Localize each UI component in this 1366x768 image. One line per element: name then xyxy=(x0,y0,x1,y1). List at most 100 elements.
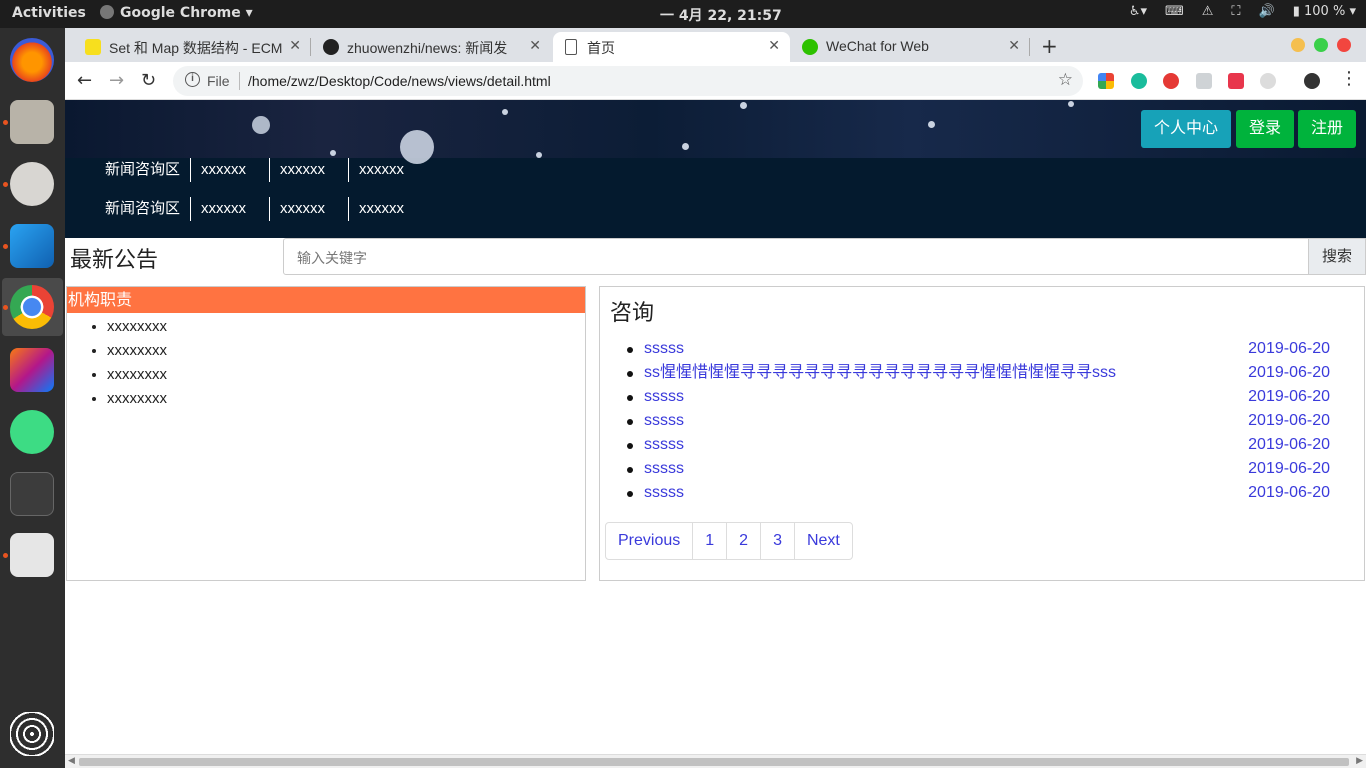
horizontal-scrollbar[interactable]: ◀ ▶ xyxy=(65,754,1366,768)
nav-item[interactable]: xxxxxx xyxy=(269,197,348,221)
es-icon xyxy=(85,39,101,55)
terminal-icon[interactable] xyxy=(10,472,54,516)
nav-item[interactable]: xxxxxx xyxy=(348,158,427,182)
software-center-icon[interactable] xyxy=(10,533,54,577)
banner-star xyxy=(740,102,747,109)
nav-item[interactable]: xxxxxx xyxy=(348,197,427,221)
battery-percent: 100 % xyxy=(1304,4,1346,19)
extension-icon[interactable] xyxy=(1196,73,1212,89)
volume-icon[interactable]: 🔊 xyxy=(1259,4,1275,19)
news-item: sssss 2019-06-20 xyxy=(627,337,1330,361)
news-date: 2019-06-20 xyxy=(1248,388,1330,405)
nav-item[interactable]: xxxxxx xyxy=(269,158,348,182)
pagination-page-2[interactable]: 2 xyxy=(726,523,760,559)
activities-button[interactable]: Activities xyxy=(12,5,86,21)
url-text[interactable]: /home/zwz/Desktop/Code/news/views/detail… xyxy=(248,73,551,89)
fe-extension-icon[interactable] xyxy=(1228,73,1244,89)
page-viewport: 个人中心 登录 注册 新闻咨询区 xxxxxx xxxxxx xxxxxx 新闻… xyxy=(65,100,1366,768)
tab-wechat[interactable]: WeChat for Web ✕ xyxy=(792,32,1030,62)
nav-item[interactable]: 新闻咨询区 xyxy=(105,197,190,221)
omnibox-divider xyxy=(239,72,240,90)
warning-icon[interactable]: ⚠ xyxy=(1202,4,1214,19)
forward-button[interactable]: → xyxy=(109,70,124,91)
keyboard-icon[interactable]: ⌨ xyxy=(1165,4,1184,19)
show-apps-icon[interactable] xyxy=(10,712,54,756)
news-date: 2019-06-20 xyxy=(1248,436,1330,453)
menu-kebab-icon[interactable]: ⋮ xyxy=(1340,68,1358,89)
battery-indicator[interactable]: ▮ 100 % ▾ xyxy=(1293,4,1356,19)
vscode-icon[interactable] xyxy=(10,224,54,268)
profile-center-button[interactable]: 个人中心 xyxy=(1141,110,1231,148)
close-window-button[interactable] xyxy=(1337,38,1351,52)
scroll-right-icon[interactable]: ▶ xyxy=(1356,756,1363,766)
adblock-icon[interactable] xyxy=(1163,73,1179,89)
list-item: xxxxxxxx xyxy=(107,339,585,363)
system-tray[interactable]: ♿▾ ⌨ ⚠ ⛶ 🔊 ▮ 100 % ▾ xyxy=(1129,4,1356,19)
scroll-left-icon[interactable]: ◀ xyxy=(68,756,75,766)
banner-star xyxy=(928,121,935,128)
news-list: sssss 2019-06-20 ss惺惺惜惺惺寻寻寻寻寻寻寻寻寻寻寻寻寻寻寻惺惺… xyxy=(627,337,1330,505)
address-bar[interactable]: i File /home/zwz/Desktop/Code/news/views… xyxy=(173,66,1083,96)
tab-github[interactable]: zhuowenzhi/news: 新闻发 ✕ xyxy=(313,32,551,62)
pagination-next[interactable]: Next xyxy=(793,523,852,559)
info-icon[interactable]: i xyxy=(185,72,200,87)
nav-item[interactable]: 新闻咨询区 xyxy=(105,158,190,182)
app-menu[interactable]: Google Chrome ▾ xyxy=(100,5,253,21)
new-tab-button[interactable]: + xyxy=(1041,34,1058,58)
android-studio-icon[interactable] xyxy=(10,410,54,454)
news-link[interactable]: sssss xyxy=(644,436,684,453)
header-banner: 个人中心 登录 注册 新闻咨询区 xxxxxx xxxxxx xxxxxx 新闻… xyxy=(65,100,1366,238)
network-icon[interactable]: ⛶ xyxy=(1231,4,1240,19)
news-link[interactable]: sssss xyxy=(644,388,684,405)
tab-title: zhuowenzhi/news: 新闻发 xyxy=(347,40,508,56)
news-link[interactable]: sssss xyxy=(644,460,684,477)
nav-item[interactable]: xxxxxx xyxy=(190,197,269,221)
extension-icon[interactable] xyxy=(1131,73,1147,89)
pagination-page-3[interactable]: 3 xyxy=(760,523,794,559)
tab-home[interactable]: 首页 ✕ xyxy=(553,32,790,62)
maximize-button[interactable] xyxy=(1314,38,1328,52)
responsibilities-panel: 机构职责 xxxxxxxx xxxxxxxx xxxxxxxx xxxxxxxx xyxy=(66,286,586,581)
news-date: 2019-06-20 xyxy=(1248,340,1330,357)
close-icon[interactable]: ✕ xyxy=(1008,37,1020,54)
chrome-icon[interactable] xyxy=(10,285,54,329)
news-date: 2019-06-20 xyxy=(1248,484,1330,501)
settings-icon[interactable] xyxy=(10,162,54,206)
files-icon[interactable] xyxy=(10,100,54,144)
pagination-page-1[interactable]: 1 xyxy=(692,523,726,559)
login-button[interactable]: 登录 xyxy=(1236,110,1294,148)
wechat-icon xyxy=(802,39,818,55)
os-top-bar: Activities Google Chrome ▾ 一 4月 22, 21:5… xyxy=(0,0,1366,28)
news-item: sssss 2019-06-20 xyxy=(627,385,1330,409)
app-name: Google Chrome xyxy=(120,5,241,21)
chrome-icon xyxy=(100,5,114,19)
pagination-previous[interactable]: Previous xyxy=(606,523,692,559)
profile-avatar-icon[interactable] xyxy=(1304,73,1320,89)
accessibility-icon[interactable]: ♿▾ xyxy=(1129,4,1147,19)
intellij-icon[interactable] xyxy=(10,348,54,392)
banner-star xyxy=(536,152,542,158)
clock[interactable]: 一 4月 22, 21:57 xyxy=(660,5,782,25)
close-icon[interactable]: ✕ xyxy=(289,37,301,54)
search-input[interactable]: 输入关键字 xyxy=(283,238,1309,275)
tab-es[interactable]: Set 和 Map 数据结构 - ECM ✕ xyxy=(75,32,311,62)
nav-item[interactable]: xxxxxx xyxy=(190,158,269,182)
banner-orb xyxy=(252,116,270,134)
scrollbar-thumb[interactable] xyxy=(79,758,1349,766)
minimize-button[interactable] xyxy=(1291,38,1305,52)
extension-icon[interactable] xyxy=(1098,73,1114,89)
search-button[interactable]: 搜索 xyxy=(1308,238,1366,275)
bookmark-star-icon[interactable]: ☆ xyxy=(1058,70,1073,90)
news-link[interactable]: sssss xyxy=(644,484,684,501)
back-button[interactable]: ← xyxy=(77,70,92,91)
browser-toolbar: ← → ↻ i File /home/zwz/Desktop/Code/news… xyxy=(65,62,1366,100)
reload-button[interactable]: ↻ xyxy=(141,70,156,91)
news-link[interactable]: sssss xyxy=(644,340,684,357)
close-icon[interactable]: ✕ xyxy=(768,37,780,54)
close-icon[interactable]: ✕ xyxy=(529,37,541,54)
news-link[interactable]: sssss xyxy=(644,412,684,429)
extension-icon[interactable] xyxy=(1260,73,1276,89)
firefox-icon[interactable] xyxy=(10,38,54,82)
register-button[interactable]: 注册 xyxy=(1298,110,1356,148)
news-link[interactable]: ss惺惺惜惺惺寻寻寻寻寻寻寻寻寻寻寻寻寻寻寻惺惺惜惺惺寻寻sss xyxy=(644,364,1116,381)
